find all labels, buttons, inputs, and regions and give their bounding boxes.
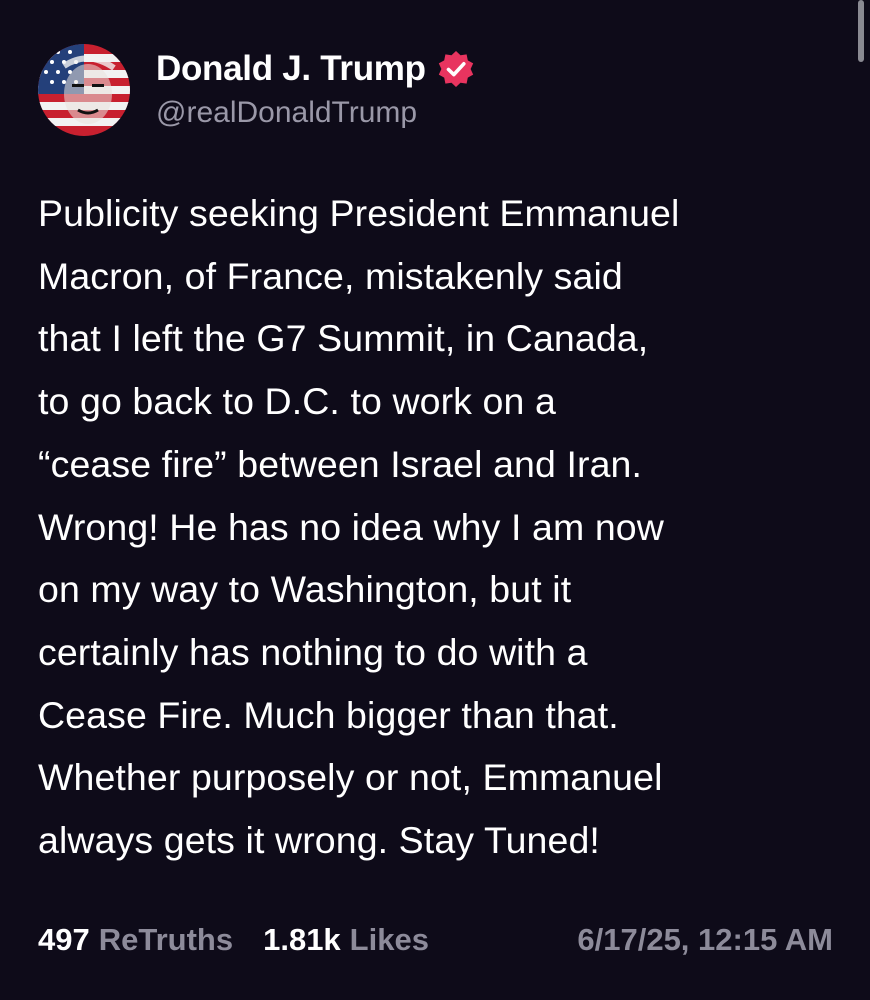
post-timestamp[interactable]: 6/17/25, 12:15 AM <box>577 922 833 958</box>
author-display-name[interactable]: Donald J. Trump <box>156 48 426 90</box>
post-header: Donald J. Trump @realDonaldTrump <box>38 44 476 136</box>
retruths-stat[interactable]: 497 ReTruths <box>38 922 233 958</box>
retruths-count: 497 <box>38 922 90 957</box>
post-body-line: to go back to D.C. to work on a <box>38 380 556 423</box>
post-body-line: Publicity seeking President Emmanuel <box>38 192 680 234</box>
post-body-line: that I left the G7 Summit, in Canada, <box>38 317 649 360</box>
post-body-line: Wrong! He has no idea why I am now <box>38 505 664 548</box>
likes-stat[interactable]: 1.81k Likes <box>263 922 429 958</box>
post-body: Publicity seeking President Emmanuel Mac… <box>38 182 848 872</box>
post-body-line: certainly has nothing to do with a <box>38 630 588 673</box>
post-body-line: on my way to Washington, but it <box>38 568 572 611</box>
retruths-label: ReTruths <box>98 922 234 957</box>
post-body-line: Macron, of France, mistakenly said <box>38 254 623 297</box>
post-body-line: “cease fire” between Israel and Iran. <box>38 442 643 485</box>
post-body-line: always gets it wrong. Stay Tuned! <box>38 819 600 862</box>
likes-label: Likes <box>349 922 429 957</box>
author-names: Donald J. Trump @realDonaldTrump <box>156 48 476 132</box>
avatar-flag-portrait <box>38 44 130 136</box>
scrollbar[interactable] <box>858 0 864 62</box>
likes-count: 1.81k <box>263 922 341 957</box>
avatar[interactable] <box>38 44 130 136</box>
post-body-line: Cease Fire. Much bigger than that. <box>38 693 619 736</box>
verified-badge-icon <box>438 51 473 87</box>
post-body-line: Whether purposely or not, Emmanuel <box>38 756 663 799</box>
name-row: Donald J. Trump <box>156 48 476 90</box>
post-footer: 497 ReTruths 1.81k Likes 6/17/25, 12:15 … <box>38 912 833 968</box>
author-handle[interactable]: @realDonaldTrump <box>156 94 476 132</box>
